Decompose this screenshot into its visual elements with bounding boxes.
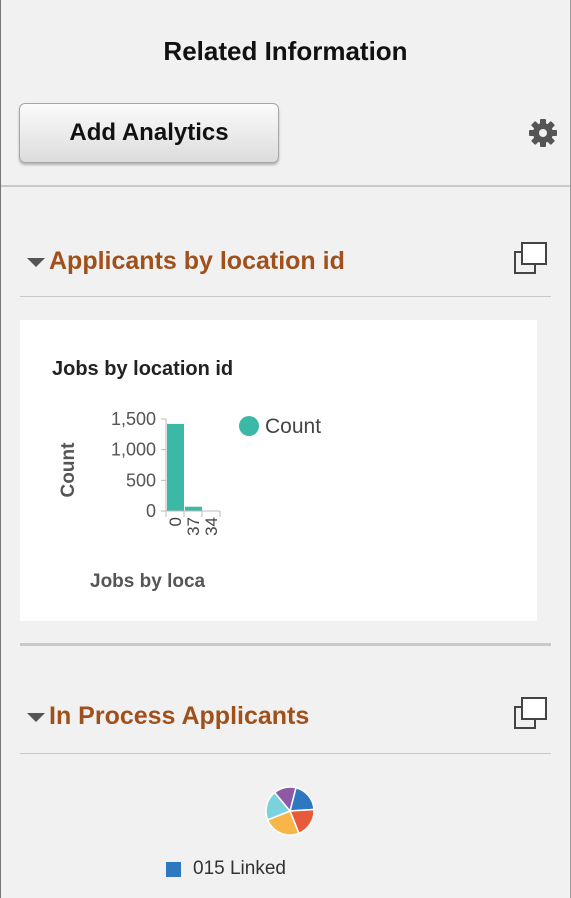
x-tick-label: 34 <box>202 517 221 536</box>
section-title: Applicants by location id <box>49 246 345 275</box>
related-information-panel: Related Information Add Analytics Applic… <box>0 0 571 898</box>
y-tick-label: 500 <box>126 470 156 490</box>
bar-chart: 05001,0001,5000 37 34CountJobs by locaCoun… <box>58 409 321 592</box>
triangle-down-icon[interactable] <box>27 712 45 722</box>
add-analytics-button[interactable]: Add Analytics <box>19 103 279 163</box>
legend-label: 015 Linked <box>193 858 286 879</box>
legend-label: Count <box>265 415 321 438</box>
section-divider <box>20 296 551 297</box>
gear-icon[interactable] <box>528 118 558 148</box>
x-tick-label: 0 <box>166 517 185 526</box>
header-divider <box>1 185 570 187</box>
triangle-down-icon[interactable] <box>27 257 45 267</box>
bar <box>185 506 202 511</box>
panel-title: Related Information <box>163 36 408 66</box>
pie-chart[interactable] <box>265 786 315 836</box>
section-divider <box>20 753 551 754</box>
y-axis-label: Count <box>58 442 79 498</box>
section-header-applicants-by-location[interactable]: Applicants by location id <box>27 241 345 281</box>
x-tick-label: 37 <box>184 517 203 536</box>
chart-card: Jobs by location id 0 500 1,000 1,500 0 37 34 C… <box>20 320 537 621</box>
legend-swatch <box>166 861 181 877</box>
bar <box>167 423 184 511</box>
pie-legend-item: 015 Linked <box>166 858 286 880</box>
y-tick-label: 0 <box>146 501 156 521</box>
y-tick-label: 1,000 <box>111 440 156 460</box>
section-title: In Process Applicants <box>49 701 310 730</box>
legend-marker <box>239 416 259 436</box>
section-header-in-process-applicants[interactable]: In Process Applicants <box>27 696 309 736</box>
x-axis-label: Jobs by loca <box>90 571 206 592</box>
maximize-icon[interactable] <box>511 238 551 278</box>
maximize-icon[interactable] <box>511 693 551 733</box>
section-divider <box>20 643 551 646</box>
y-tick-label: 1,500 <box>111 409 156 429</box>
